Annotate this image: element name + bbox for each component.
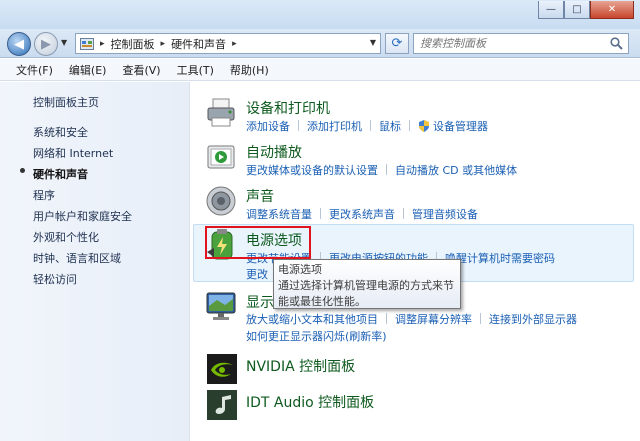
breadcrumb-separator[interactable]: ▸ bbox=[232, 39, 237, 49]
nav-appearance[interactable]: 外观和个性化 bbox=[33, 229, 99, 245]
nav-network-internet[interactable]: 网络和 Internet bbox=[33, 145, 113, 161]
control-panel-small-icon bbox=[80, 37, 94, 50]
category-links: 更改媒体或设备的默认设置 自动播放 CD 或其他媒体 bbox=[246, 162, 517, 178]
link-separator bbox=[409, 120, 410, 131]
link-connect-external-display[interactable]: 连接到外部显示器 bbox=[489, 313, 577, 326]
printer-icon[interactable] bbox=[205, 96, 239, 130]
link-separator bbox=[480, 313, 481, 324]
category-title[interactable]: 声音 bbox=[246, 186, 274, 206]
arrow-right-icon: ▶ bbox=[41, 36, 51, 52]
menu-bar: 文件(F) 编辑(E) 查看(V) 工具(T) 帮助(H) bbox=[0, 59, 640, 81]
minimize-button[interactable]: — bbox=[538, 1, 564, 19]
menu-file[interactable]: 文件(F) bbox=[8, 62, 61, 78]
category-links: 放大或缩小文本和其他项目 调整屏幕分辨率 连接到外部显示器 bbox=[246, 311, 577, 327]
link-zoom-text[interactable]: 放大或缩小文本和其他项目 bbox=[246, 313, 378, 326]
breadcrumb-control-panel[interactable]: 控制面板 bbox=[111, 36, 155, 52]
arrow-left-icon: ◀ bbox=[14, 36, 24, 52]
link-separator bbox=[386, 164, 387, 175]
link-mouse[interactable]: 鼠标 bbox=[379, 120, 401, 133]
category-links-second-row: 更改 bbox=[246, 266, 268, 282]
link-separator bbox=[298, 120, 299, 131]
nvidia-icon[interactable] bbox=[205, 352, 239, 386]
menu-view[interactable]: 查看(V) bbox=[114, 62, 168, 78]
link-manage-audio-devices[interactable]: 管理音频设备 bbox=[412, 208, 478, 221]
window-titlebar: — □ ✕ bbox=[0, 0, 640, 29]
tooltip-line-1: 通过选择计算机管理电源的方式来节 bbox=[278, 279, 454, 292]
link-separator bbox=[370, 120, 371, 131]
shield-icon bbox=[418, 120, 430, 132]
menu-edit[interactable]: 编辑(E) bbox=[61, 62, 115, 78]
breadcrumb-separator[interactable]: ▸ bbox=[161, 39, 166, 49]
search-icon[interactable] bbox=[610, 37, 623, 53]
tooltip-title: 电源选项 bbox=[278, 263, 322, 276]
link-separator bbox=[320, 208, 321, 219]
category-links: 添加设备 添加打印机 鼠标 设备管理器 bbox=[246, 118, 488, 134]
nav-hardware-sound[interactable]: 硬件和声音 bbox=[33, 166, 88, 182]
link-separator bbox=[403, 208, 404, 219]
category-title[interactable]: 自动播放 bbox=[246, 142, 302, 162]
nav-clock-language-region[interactable]: 时钟、语言和区域 bbox=[33, 250, 121, 266]
power-options-tooltip: 电源选项 通过选择计算机管理电源的方式来节 能或最佳化性能。 bbox=[273, 259, 461, 309]
speaker-icon[interactable] bbox=[205, 184, 239, 218]
link-change-system-sounds[interactable]: 更改系统声音 bbox=[329, 208, 395, 221]
category-title[interactable]: IDT Audio 控制面板 bbox=[246, 392, 374, 412]
link-change-partial[interactable]: 更改 bbox=[246, 268, 268, 281]
address-bar[interactable]: ▸ 控制面板 ▸ 硬件和声音 ▸ ▼ bbox=[75, 33, 381, 54]
link-change-media-defaults[interactable]: 更改媒体或设备的默认设置 bbox=[246, 164, 378, 177]
display-icon[interactable] bbox=[205, 290, 239, 324]
autoplay-icon[interactable] bbox=[205, 140, 239, 174]
link-adjust-volume[interactable]: 调整系统音量 bbox=[246, 208, 312, 221]
maximize-button[interactable]: □ bbox=[564, 1, 590, 19]
annotation-red-box bbox=[205, 226, 311, 259]
tooltip-line-2: 能或最佳化性能。 bbox=[278, 295, 366, 308]
category-links-second-row: 如何更正显示器闪烁(刷新率) bbox=[246, 328, 387, 344]
link-add-device[interactable]: 添加设备 bbox=[246, 120, 290, 133]
forward-button[interactable]: ▶ bbox=[34, 32, 58, 56]
nav-ease-of-access[interactable]: 轻松访问 bbox=[33, 271, 77, 287]
breadcrumb-separator[interactable]: ▸ bbox=[100, 39, 105, 49]
nav-system-security[interactable]: 系统和安全 bbox=[33, 124, 88, 140]
search-input[interactable] bbox=[420, 37, 600, 50]
link-device-manager[interactable]: 设备管理器 bbox=[433, 120, 488, 133]
nav-control-panel-home[interactable]: 控制面板主页 bbox=[33, 94, 99, 110]
link-require-password-wakeup[interactable]: 唤醒计算机时需要密码 bbox=[445, 252, 555, 265]
close-button[interactable]: ✕ bbox=[590, 1, 634, 19]
window-controls: — □ ✕ bbox=[538, 1, 634, 19]
link-adjust-resolution[interactable]: 调整屏幕分辨率 bbox=[395, 313, 472, 326]
link-fix-flicker[interactable]: 如何更正显示器闪烁(刷新率) bbox=[246, 330, 387, 343]
category-title[interactable]: 显示 bbox=[246, 292, 274, 312]
menu-tools[interactable]: 工具(T) bbox=[169, 62, 222, 78]
refresh-button[interactable]: ⟳ bbox=[385, 33, 409, 54]
link-separator bbox=[386, 313, 387, 324]
category-title[interactable]: 设备和打印机 bbox=[246, 98, 330, 118]
address-toolbar: ◀ ▶ ▼ ▸ 控制面板 ▸ 硬件和声音 ▸ ▼ ⟳ bbox=[0, 29, 640, 58]
current-page-bullet bbox=[20, 168, 25, 173]
breadcrumb-hardware-sound[interactable]: 硬件和声音 bbox=[171, 36, 226, 52]
refresh-icon: ⟳ bbox=[391, 36, 403, 51]
menu-help[interactable]: 帮助(H) bbox=[222, 62, 277, 78]
nav-user-accounts[interactable]: 用户帐户和家庭安全 bbox=[33, 208, 132, 224]
search-box[interactable] bbox=[413, 33, 629, 54]
back-button[interactable]: ◀ bbox=[7, 32, 31, 56]
link-add-printer[interactable]: 添加打印机 bbox=[307, 120, 362, 133]
idt-audio-icon[interactable] bbox=[205, 388, 239, 422]
category-links: 调整系统音量 更改系统声音 管理音频设备 bbox=[246, 206, 478, 222]
link-autoplay-cd[interactable]: 自动播放 CD 或其他媒体 bbox=[395, 164, 517, 177]
category-title[interactable]: NVIDIA 控制面板 bbox=[246, 356, 355, 376]
address-dropdown-icon[interactable]: ▼ bbox=[370, 38, 376, 47]
recent-pages-dropdown[interactable]: ▼ bbox=[61, 38, 67, 47]
nav-programs[interactable]: 程序 bbox=[33, 187, 55, 203]
left-nav-pane: 控制面板主页 系统和安全 网络和 Internet 硬件和声音 程序 用户帐户和… bbox=[0, 82, 190, 441]
